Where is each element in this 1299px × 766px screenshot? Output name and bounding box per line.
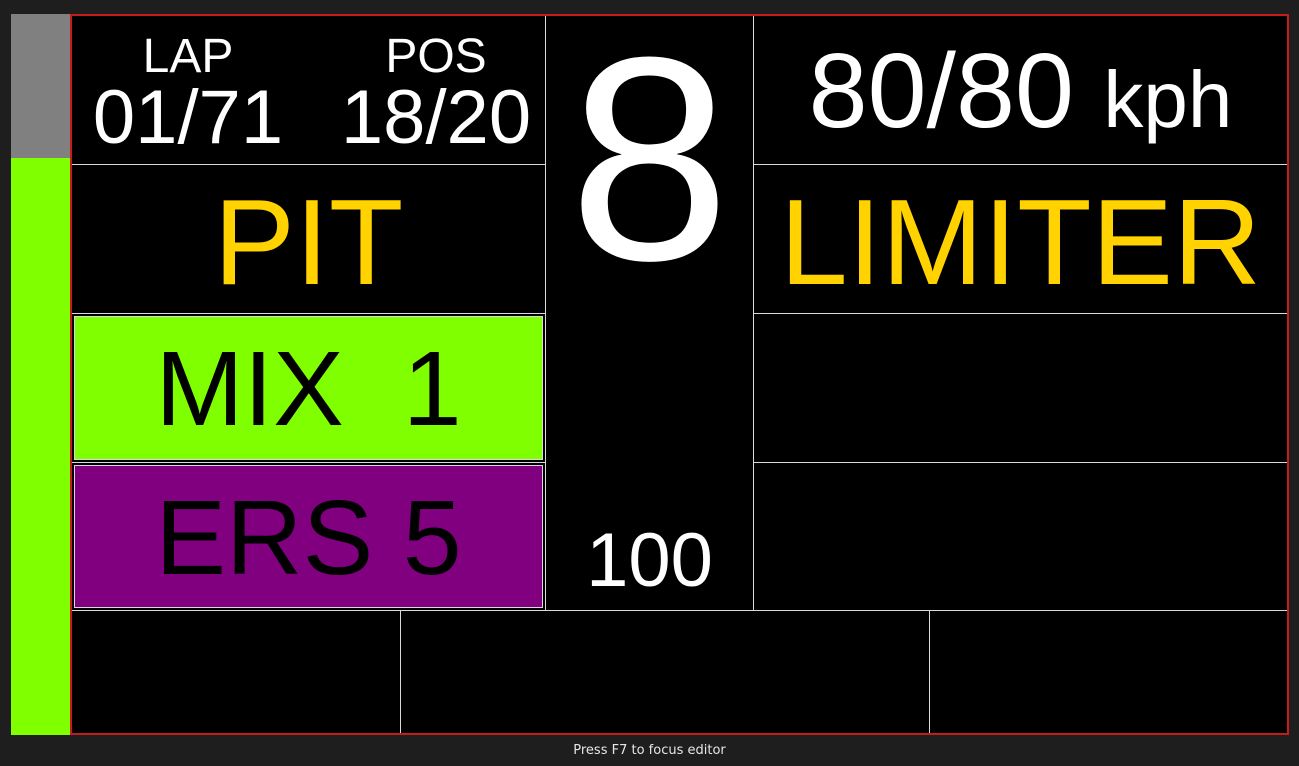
empty-panel-right-2 bbox=[753, 462, 1288, 611]
gear-indicator: 8 bbox=[568, 15, 731, 321]
limiter-text: LIMITER bbox=[779, 174, 1262, 310]
limiter-panel: LIMITER bbox=[753, 164, 1288, 314]
speed-panel: 80/80 kph bbox=[753, 15, 1288, 165]
empty-panel-bottom-center bbox=[400, 610, 930, 735]
empty-panel-bottom-left bbox=[71, 610, 401, 735]
speed-unit: kph bbox=[1103, 55, 1233, 144]
pit-panel: PIT bbox=[71, 164, 546, 314]
left-level-bar bbox=[11, 14, 70, 735]
empty-panel-right-1 bbox=[753, 313, 1288, 463]
lap-value: 01/71 bbox=[92, 75, 284, 160]
status-hint: Press F7 to focus editor bbox=[573, 743, 726, 758]
speed-value: 80/80 bbox=[808, 32, 1074, 150]
lower-value: 100 bbox=[586, 518, 713, 603]
ers-text: ERS 5 bbox=[155, 479, 462, 597]
left-level-bar-empty bbox=[11, 14, 70, 158]
speed-readout: 80/80 kph bbox=[754, 36, 1287, 155]
mix-panel: MIX 1 bbox=[71, 313, 546, 463]
position-value: 18/20 bbox=[340, 75, 532, 160]
mix-text: MIX 1 bbox=[155, 330, 462, 448]
empty-panel-bottom-right bbox=[929, 610, 1288, 735]
ers-panel: ERS 5 bbox=[71, 462, 546, 611]
pit-text: PIT bbox=[213, 174, 404, 310]
gear-panel: 8 100 bbox=[545, 15, 754, 611]
mix-indicator: MIX 1 bbox=[74, 316, 543, 460]
ers-indicator: ERS 5 bbox=[74, 465, 543, 608]
lap-position-panel: LAP 01/71 POS 18/20 bbox=[71, 15, 546, 165]
